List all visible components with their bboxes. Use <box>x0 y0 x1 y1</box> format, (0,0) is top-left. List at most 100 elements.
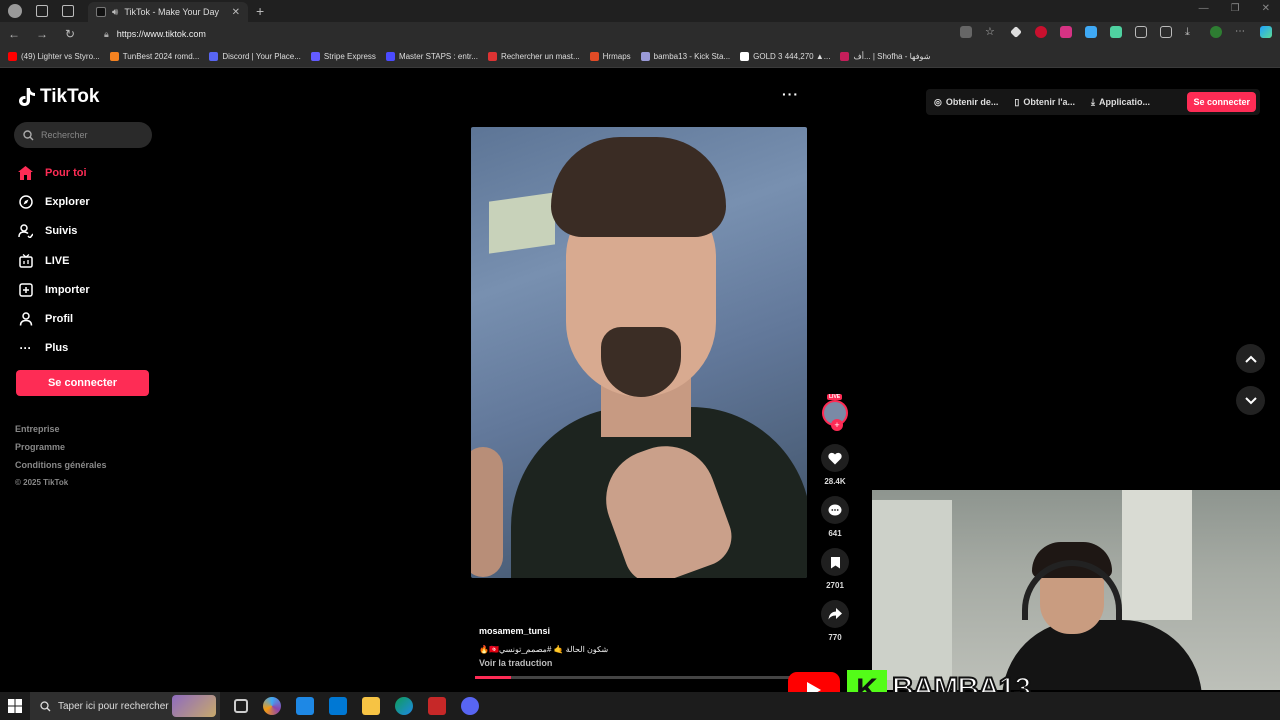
bookmark-item[interactable]: Hrmaps <box>589 52 631 61</box>
share-count: 770 <box>828 633 842 642</box>
sidebar-item-explorer[interactable]: Explorer <box>18 187 90 216</box>
bookmark-label: (49) Lighter vs Styro... <box>21 52 100 61</box>
sidebar-item-live[interactable]: LIVE <box>18 246 90 275</box>
address-toolbar: ← → ↻ 🔒︎ https://www.tiktok.com ☆ ⤓ ⋯ <box>0 22 1280 46</box>
share-button[interactable] <box>821 600 849 628</box>
file-explorer-icon[interactable] <box>362 697 380 715</box>
edge-icon[interactable] <box>395 697 413 715</box>
downloads-icon[interactable]: ⤓ <box>1185 26 1197 38</box>
window-controls: — ❐ ✕ <box>1199 3 1270 14</box>
footer-link-entreprise[interactable]: Entreprise <box>15 424 107 442</box>
workspaces-icon[interactable] <box>36 5 48 17</box>
save-button[interactable] <box>821 548 849 576</box>
tab-actions-icon[interactable] <box>62 5 74 17</box>
footer-link-conditions[interactable]: Conditions générales <box>15 460 107 478</box>
footer-link-programme[interactable]: Programme <box>15 442 107 460</box>
tiktok-favicon-icon <box>96 7 106 17</box>
store-icon[interactable] <box>296 697 314 715</box>
tiktok-logo[interactable]: TikTok <box>18 86 99 108</box>
desktop-app-button[interactable]: ⤓ Applicatio... <box>1083 97 1158 108</box>
next-video-button[interactable] <box>1236 386 1265 415</box>
tiktok-note-icon <box>19 88 35 106</box>
search-input[interactable]: Rechercher <box>14 122 152 148</box>
follow-plus-icon[interactable]: + <box>831 419 843 431</box>
minimize-icon[interactable]: — <box>1199 3 1209 14</box>
bookmark-item[interactable]: Discord | Your Place... <box>209 52 301 61</box>
get-coins-button[interactable]: ◎ Obtenir de... <box>926 97 1006 108</box>
bookmark-item[interactable]: Stripe Express <box>310 52 376 61</box>
bookmark-favicon-icon <box>840 52 850 61</box>
extension-diamond-icon[interactable] <box>1010 26 1022 38</box>
screen-recorder-icon[interactable] <box>428 697 446 715</box>
copilot-icon[interactable] <box>1260 26 1272 38</box>
sidebar-item-pour-toi[interactable]: Pour toi <box>18 158 90 187</box>
chevron-down-icon <box>1244 396 1257 404</box>
bookmark-item[interactable]: (49) Lighter vs Styro... <box>8 52 100 61</box>
like-button[interactable] <box>821 444 849 472</box>
video-caption: mosamem_tunsi شكون الحالة 🤙 #مصمم_تونسي🇹… <box>479 626 608 668</box>
speaker-icon[interactable]: 🔊︎ <box>112 7 118 18</box>
top-actions-bar: ◎ Obtenir de... ▯ Obtenir l'a... ⤓ Applicat… <box>926 89 1260 115</box>
close-tab-icon[interactable]: ✕ <box>232 7 240 18</box>
tab-tiktok[interactable]: 🔊︎ TikTok - Make Your Day ✕ <box>88 2 248 22</box>
windows-start-icon[interactable] <box>0 699 30 713</box>
sidebar-item-label: LIVE <box>45 254 70 267</box>
bookmark-favicon-icon <box>640 52 650 61</box>
sidebar-item-importer[interactable]: Importer <box>18 275 90 304</box>
profile-avatar-icon[interactable] <box>8 4 22 18</box>
url-bar[interactable]: 🔒︎ https://www.tiktok.com <box>104 24 944 44</box>
close-window-icon[interactable]: ✕ <box>1262 3 1270 14</box>
top-login-button[interactable]: Se connecter <box>1187 92 1256 112</box>
outlook-icon[interactable] <box>329 697 347 715</box>
reload-icon[interactable]: ↻ <box>56 27 84 41</box>
task-view-icon[interactable] <box>234 699 248 713</box>
webcam-background-shelf <box>872 500 952 680</box>
comment-icon <box>828 504 842 515</box>
sidebar-item-plus[interactable]: ··· Plus <box>18 334 90 363</box>
extension-green-icon[interactable] <box>1110 26 1122 38</box>
previous-video-button[interactable] <box>1236 344 1265 373</box>
settings-more-icon[interactable]: ⋯ <box>1235 26 1247 38</box>
bookmark-item[interactable]: Rechercher un mast... <box>487 52 580 61</box>
video-progress-bar[interactable] <box>475 676 805 679</box>
extension-red-icon[interactable] <box>1035 26 1047 38</box>
sidebar-item-suivis[interactable]: Suivis <box>18 217 90 246</box>
like-count: 28.4K <box>824 477 846 486</box>
back-icon[interactable]: ← <box>0 27 28 41</box>
see-translation-link[interactable]: Voir la traduction <box>479 658 608 668</box>
copilot-taskbar-icon[interactable] <box>263 697 281 715</box>
video-player[interactable] <box>471 127 807 578</box>
maximize-icon[interactable]: ❐ <box>1231 3 1240 14</box>
extension-pink-icon[interactable] <box>1060 26 1072 38</box>
browser-essentials-icon[interactable] <box>1210 26 1222 38</box>
get-app-label: Obtenir l'a... <box>1023 97 1075 107</box>
split-screen-icon[interactable] <box>1160 26 1172 38</box>
new-tab-icon[interactable]: + <box>256 3 264 19</box>
extension-blue-icon[interactable] <box>1085 26 1097 38</box>
favorite-star-icon[interactable]: ☆ <box>985 26 997 38</box>
forward-icon[interactable]: → <box>28 27 56 41</box>
extensions-puzzle-icon[interactable] <box>1135 26 1147 38</box>
creator-avatar[interactable]: LIVE + <box>822 394 848 431</box>
bookmark-item[interactable]: bamba13 - Kick Sta... <box>640 52 730 61</box>
lock-icon[interactable]: 🔒︎ <box>104 29 109 40</box>
comment-button[interactable] <box>821 496 849 524</box>
video-progress-fill <box>475 676 512 679</box>
video-more-options-icon[interactable]: ··· <box>782 86 799 102</box>
sidebar-item-profil[interactable]: Profil <box>18 304 90 333</box>
taskbar-search-input[interactable]: Taper ici pour rechercher <box>30 692 220 720</box>
bookmark-item[interactable]: GOLD 3 444,270 ▲... <box>740 52 830 61</box>
login-button[interactable]: Se connecter <box>16 370 149 396</box>
following-icon <box>18 224 33 239</box>
logo-text: TikTok <box>40 86 100 107</box>
get-app-button[interactable]: ▯ Obtenir l'a... <box>1006 97 1083 108</box>
bookmark-item[interactable]: TunBest 2024 romd... <box>109 52 199 61</box>
app-available-icon[interactable] <box>960 26 972 38</box>
bookmark-label: GOLD 3 444,270 ▲... <box>753 52 831 61</box>
profile-icon <box>18 312 33 327</box>
search-highlight-icon <box>172 695 216 717</box>
discord-icon[interactable] <box>461 697 479 715</box>
bookmark-item[interactable]: Master STAPS : entr... <box>385 52 478 61</box>
video-username[interactable]: mosamem_tunsi <box>479 626 608 636</box>
bookmark-item[interactable]: أف... | Shofha - شوفها <box>840 52 930 61</box>
